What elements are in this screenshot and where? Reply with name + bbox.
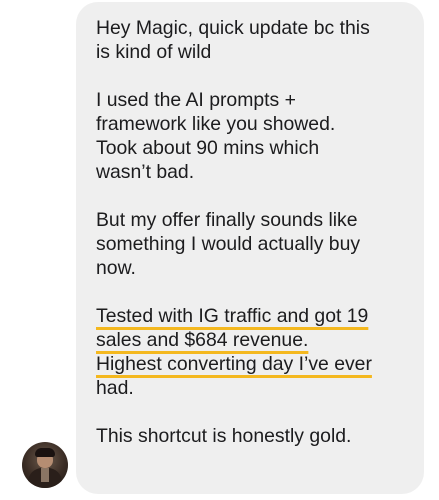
avatar-shirt-shape	[41, 468, 49, 482]
message-text: had.	[96, 377, 134, 399]
highlighted-text: Highest converting day I’ve ever	[96, 353, 372, 375]
message-paragraph-offer: But my offer finally sounds like somethi…	[96, 209, 361, 279]
message-paragraph-greeting: Hey Magic, quick update bc this is kind …	[96, 17, 370, 63]
highlighted-text: Tested with IG traffic and got 19	[96, 305, 369, 327]
chat-thread: Hey Magic, quick update bc this is kind …	[0, 0, 439, 500]
message-bubble[interactable]: Hey Magic, quick update bc this is kind …	[76, 2, 424, 494]
highlighted-text: sales and $684 revenue.	[96, 329, 309, 351]
message-paragraph-closing: This shortcut is honestly gold.	[96, 425, 352, 447]
avatar[interactable]	[22, 442, 68, 488]
message-paragraph-results: Tested with IG traffic and got 19 sales a…	[96, 304, 414, 400]
message-paragraph-process: I used the AI prompts + framework like y…	[96, 89, 336, 183]
avatar-hair-shape	[35, 448, 55, 457]
